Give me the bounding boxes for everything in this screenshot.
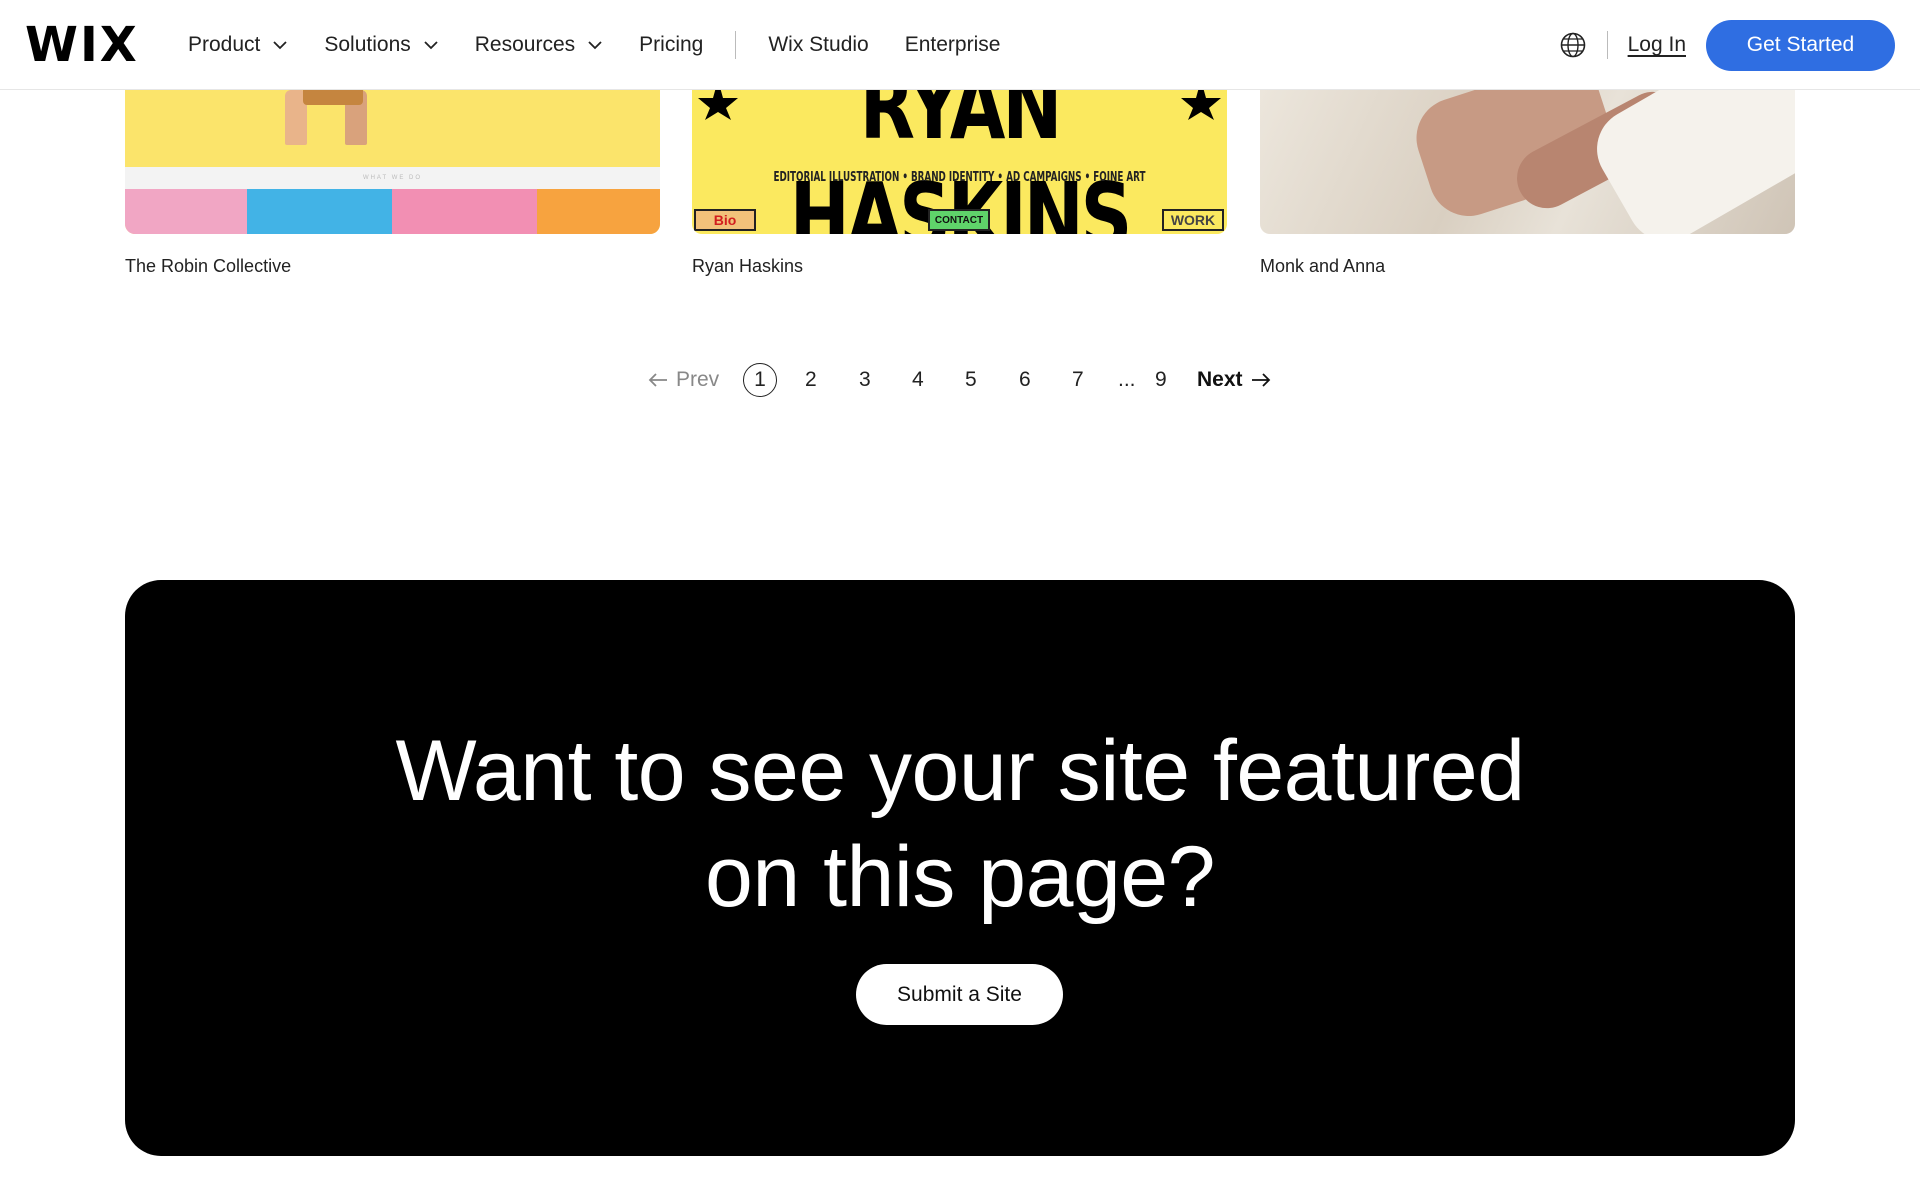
nav-product-label: Product — [188, 33, 261, 56]
nav-pricing[interactable]: Pricing — [639, 33, 703, 57]
star-icon — [698, 90, 738, 120]
next-page-button[interactable]: Next — [1197, 360, 1271, 400]
star-icon — [1181, 90, 1221, 120]
globe-icon[interactable] — [1559, 31, 1587, 59]
preview-figure — [303, 90, 363, 105]
page-3[interactable]: 3 — [859, 360, 871, 400]
page-9[interactable]: 9 — [1155, 360, 1167, 400]
site-preview-robin-collective[interactable]: WHAT WE DO — [125, 90, 660, 234]
nav-wix-studio-label: Wix Studio — [768, 33, 869, 56]
nav-product[interactable]: Product — [188, 33, 288, 57]
header-actions: Log In Get Started — [1559, 0, 1895, 90]
site-preview-monk-and-anna[interactable] — [1260, 90, 1795, 234]
banner-heading-line1: Want to see your site featured — [395, 723, 1525, 819]
nav-wix-studio[interactable]: Wix Studio — [768, 33, 868, 57]
main-nav: Product Solutions Resources Pricing Wix … — [188, 0, 1036, 90]
preview-strip: WHAT WE DO — [125, 167, 660, 189]
nav-solutions-label: Solutions — [324, 33, 411, 56]
chevron-down-icon — [588, 41, 602, 50]
page-1-current[interactable]: 1 — [743, 363, 777, 397]
site-title-monk-and-anna[interactable]: Monk and Anna — [1260, 256, 1385, 277]
preview-tag-contact: CONTACT — [928, 209, 990, 231]
page-2[interactable]: 2 — [805, 360, 817, 400]
nav-solutions[interactable]: Solutions — [324, 33, 438, 57]
pagination: Prev 1 2 3 4 5 6 7 ... 9 Next — [0, 360, 1920, 400]
nav-divider — [735, 31, 737, 59]
site-header: WIX Product Solutions Resources Pricing … — [0, 0, 1920, 90]
preview-block — [392, 189, 537, 234]
preview-block — [125, 189, 247, 234]
submit-site-button[interactable]: Submit a Site — [856, 964, 1063, 1025]
submit-site-banner: Want to see your site featured on this p… — [125, 580, 1795, 1156]
pagination-ellipsis: ... — [1118, 368, 1136, 391]
page-5[interactable]: 5 — [965, 360, 977, 400]
site-title-robin-collective[interactable]: The Robin Collective — [125, 256, 291, 277]
chevron-down-icon — [273, 41, 288, 50]
page-7[interactable]: 7 — [1072, 360, 1084, 400]
site-preview-ryan-haskins[interactable]: RYAN HASKINS EDITORIAL ILLUSTRATION • BR… — [692, 90, 1227, 234]
login-link[interactable]: Log In — [1628, 33, 1686, 57]
preview-block — [247, 189, 392, 234]
wix-logo[interactable]: WIX — [25, 21, 139, 69]
prev-label: Prev — [676, 368, 720, 391]
arrow-right-icon — [1251, 373, 1270, 387]
preview-tag-work: WORK — [1162, 209, 1224, 231]
banner-heading-line2: on this page? — [705, 829, 1215, 925]
nav-pricing-label: Pricing — [639, 33, 704, 56]
site-title-ryan-haskins[interactable]: Ryan Haskins — [692, 256, 803, 277]
chevron-down-icon — [424, 41, 438, 50]
arrow-left-icon — [648, 373, 667, 387]
get-started-button[interactable]: Get Started — [1706, 19, 1895, 71]
banner-heading: Want to see your site featured on this p… — [125, 718, 1795, 930]
header-divider — [1606, 31, 1608, 59]
nav-enterprise-label: Enterprise — [904, 33, 1001, 56]
prev-page-button[interactable]: Prev — [648, 360, 719, 400]
nav-resources[interactable]: Resources — [475, 33, 603, 57]
nav-enterprise[interactable]: Enterprise — [905, 33, 1001, 57]
page-6[interactable]: 6 — [1019, 360, 1031, 400]
preview-block — [537, 189, 660, 234]
next-label: Next — [1197, 368, 1243, 391]
preview-tag-bio: Bio — [694, 209, 756, 231]
page-4[interactable]: 4 — [912, 360, 924, 400]
preview-blocks — [125, 189, 660, 234]
nav-resources-label: Resources — [474, 33, 576, 56]
preview-subtitle: EDITORIAL ILLUSTRATION • BRAND IDENTITY … — [773, 170, 1146, 185]
